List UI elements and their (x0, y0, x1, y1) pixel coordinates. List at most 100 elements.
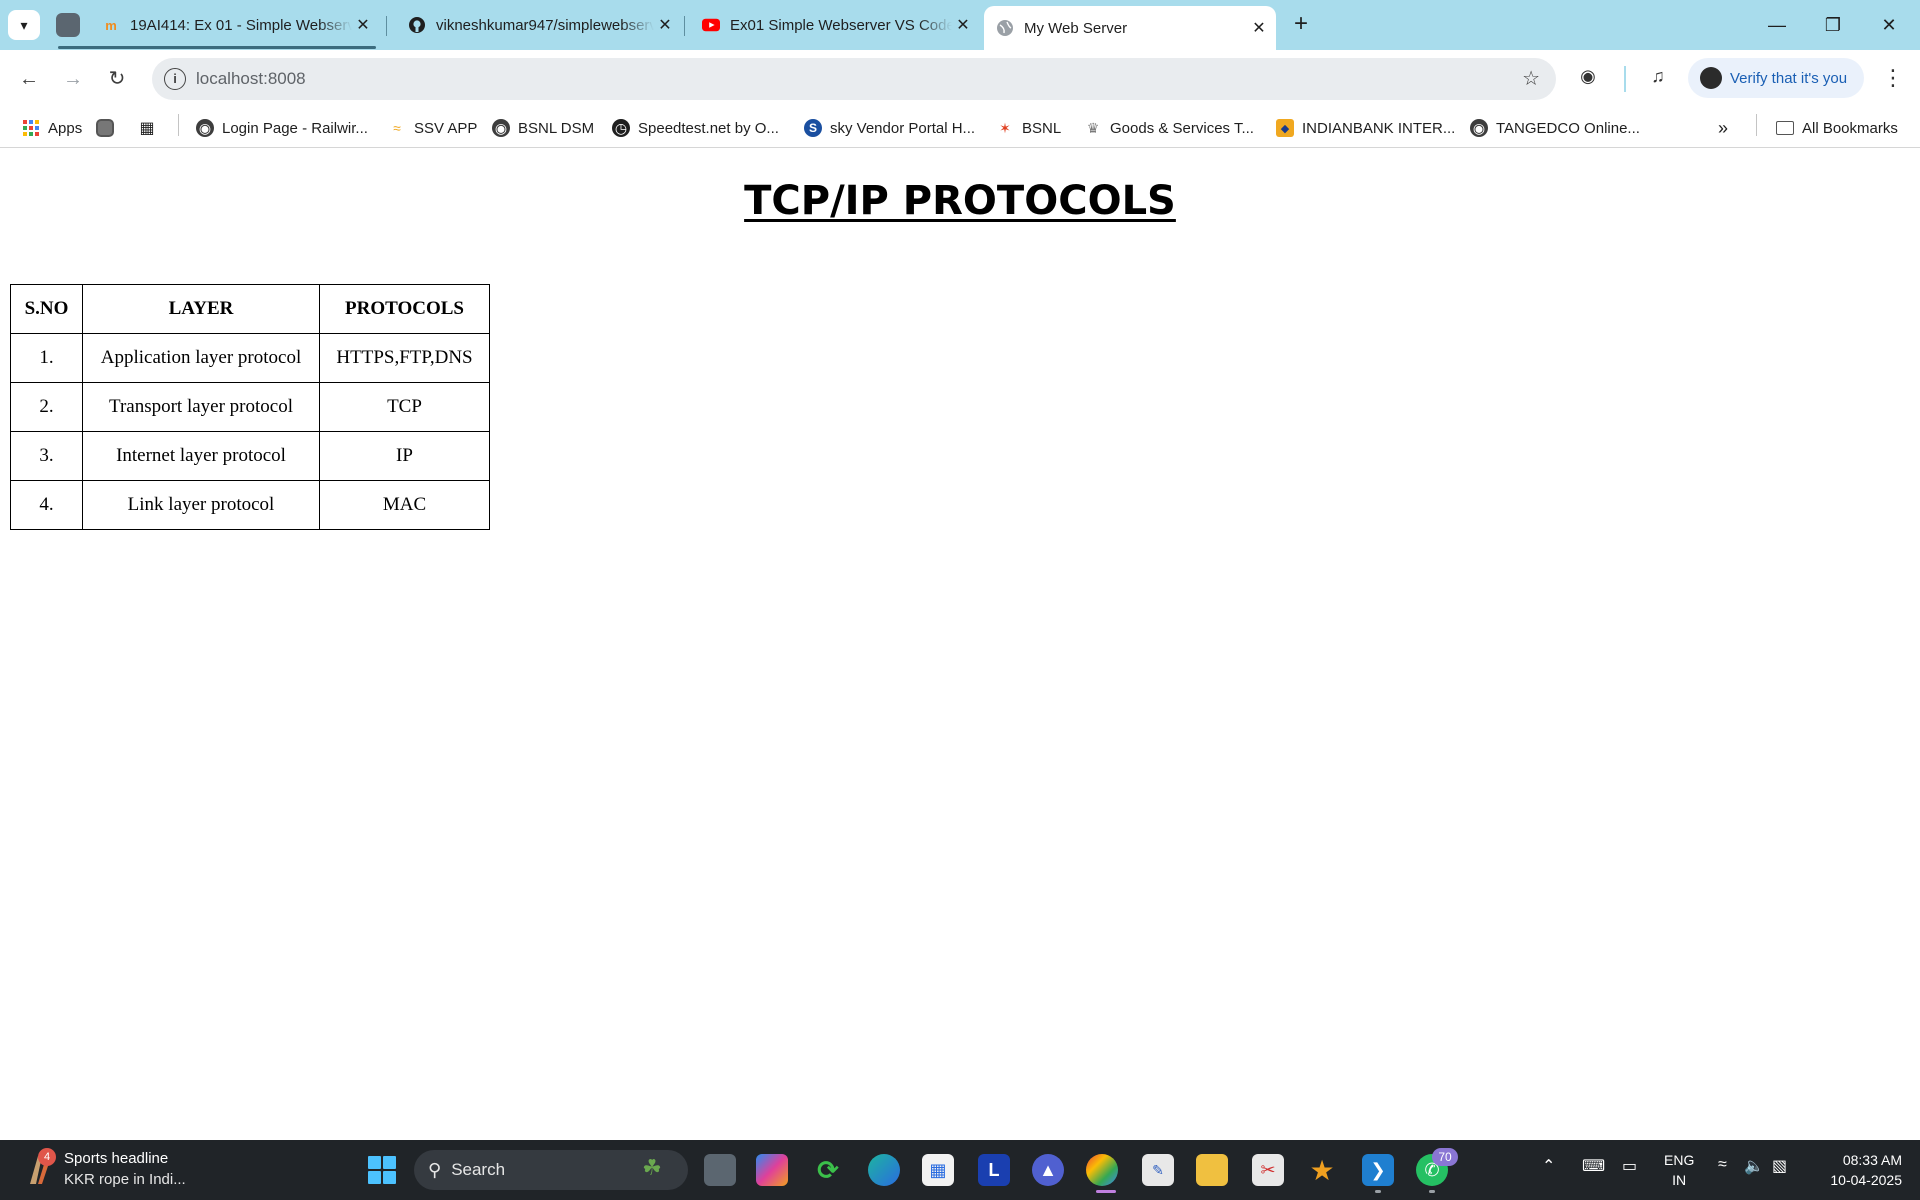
tab-divider (386, 16, 387, 36)
vscode-running-indicator (1375, 1190, 1381, 1193)
close-icon[interactable]: ✕ (352, 15, 374, 35)
bookmark-label: BSNL (1022, 119, 1062, 137)
site-info-icon[interactable]: i (164, 68, 186, 90)
search-label: Search (451, 1160, 506, 1179)
star-app-icon[interactable]: ★ (1306, 1154, 1338, 1186)
folder-icon (1776, 121, 1794, 135)
address-url[interactable]: localhost:8008 (196, 69, 306, 89)
tab-moodle[interactable]: m 19AI414: Ex 01 - Simple Webserver ✕ (90, 8, 380, 42)
tab-title: 19AI414: Ex 01 - Simple Webserver (130, 16, 352, 34)
bookmark-apps[interactable]: Apps (22, 114, 82, 142)
bookmark-ssv-app[interactable]: ≈ SSV APP (388, 114, 477, 142)
language-code: ENG (1664, 1152, 1695, 1168)
vscode-icon[interactable]: ❯ (1362, 1154, 1394, 1186)
bookmark-label: All Bookmarks (1802, 119, 1898, 137)
table-cell: Link layer protocol (82, 480, 320, 530)
bookmark-square-app[interactable] (96, 114, 122, 142)
volume-icon[interactable]: 🔈 (1744, 1156, 1764, 1176)
bookmark-sky-vendor[interactable]: Ssky Vendor Portal H... (804, 114, 975, 142)
news-headline-sub[interactable]: KKR rope in Indi... (64, 1171, 186, 1188)
emblem-icon: ♛ (1086, 119, 1100, 136)
bookmark-gst[interactable]: ♛ Goods & Services T... (1084, 114, 1254, 142)
table-cell: 4. (10, 480, 83, 530)
sky-s-icon: S (804, 119, 822, 137)
l-app-icon[interactable]: L (978, 1154, 1010, 1186)
python-file-icon[interactable]: ✎ (1142, 1154, 1174, 1186)
file-explorer-icon[interactable] (1196, 1154, 1228, 1186)
tab-youtube[interactable]: Ex01 Simple Webserver VS Code ✕ (690, 8, 980, 42)
globe-icon: ◉ (196, 119, 214, 137)
minimize-icon: — (1768, 15, 1786, 35)
start-button[interactable] (368, 1156, 396, 1184)
edge-icon[interactable] (868, 1154, 900, 1186)
bookmark-speedtest[interactable]: ◷ Speedtest.net by O... (612, 114, 779, 142)
table-row: 1. Application layer protocol HTTPS,FTP,… (10, 333, 490, 383)
chrome-icon[interactable] (1086, 1154, 1118, 1186)
forward-button[interactable]: → (58, 64, 88, 94)
star-icon[interactable]: ☆ (1522, 66, 1540, 91)
bookmark-label: SSV APP (414, 119, 478, 137)
bookmark-bsnl[interactable]: ✶ BSNL (996, 114, 1061, 142)
speedtest-icon: ◷ (612, 119, 630, 137)
display-icon[interactable]: ▭ (1622, 1156, 1637, 1176)
language-indicator[interactable]: ENG IN (1664, 1150, 1694, 1190)
bookmark-bsnl-dsm[interactable]: ◉ BSNL DSM (492, 114, 594, 142)
news-headline-title[interactable]: Sports headline (64, 1150, 168, 1167)
bookmark-divider (1756, 114, 1757, 136)
moodle-icon: m (105, 17, 117, 33)
plus-icon: + (1293, 10, 1308, 37)
delta-app-icon[interactable]: ▲ (1032, 1154, 1064, 1186)
reload-button[interactable]: ↻ (102, 64, 132, 94)
system-clock[interactable]: 08:33 AM 10-04-2025 (1808, 1150, 1902, 1190)
bookmark-label: sky Vendor Portal H... (830, 119, 976, 137)
close-icon[interactable]: ✕ (654, 15, 676, 35)
back-button[interactable]: ← (14, 64, 44, 94)
tab-my-web-server[interactable]: My Web Server ✕ (984, 6, 1276, 50)
bookmark-railwire[interactable]: ◉ Login Page - Railwir... (196, 114, 368, 142)
bookmark-indianbank[interactable]: ◆ INDIANBANK INTER... (1276, 114, 1455, 142)
keyboard-icon[interactable]: ⌨ (1582, 1156, 1605, 1176)
close-window-button[interactable]: ✕ (1866, 8, 1912, 42)
lens-camera-icon[interactable]: ◉ (1574, 66, 1602, 92)
address-bar[interactable]: i localhost:8008 ☆ (152, 58, 1556, 100)
square-app-icon (96, 119, 114, 137)
wifi-icon[interactable]: ≈ (1718, 1156, 1727, 1174)
arrow-left-icon: ← (19, 68, 39, 90)
bookmark-grid-app[interactable]: ▦ (138, 114, 164, 142)
column-header: LAYER (82, 284, 320, 334)
close-icon[interactable]: ✕ (1248, 18, 1270, 38)
copilot-icon[interactable] (756, 1154, 788, 1186)
minimize-button[interactable]: — (1754, 8, 1800, 42)
table-cell: TCP (319, 382, 490, 432)
grid-icon: ▦ (139, 120, 155, 137)
tab-title: Ex01 Simple Webserver VS Code (730, 16, 952, 34)
close-icon[interactable]: ✕ (952, 15, 974, 35)
task-view-icon[interactable] (704, 1154, 736, 1186)
battery-icon[interactable]: ▧ (1772, 1156, 1787, 1176)
restore-button[interactable]: ❐ (1810, 8, 1856, 42)
globe-icon (996, 19, 1014, 37)
bookmark-tangedco[interactable]: ◉ TANGEDCO Online... (1470, 114, 1640, 142)
refresh-app-icon[interactable]: ⟳ (812, 1154, 844, 1186)
bookmark-label: Login Page - Railwir... (222, 119, 368, 137)
bookmarks-overflow-button[interactable]: » (1718, 114, 1728, 142)
clock-time: 08:33 AM (1842, 1152, 1902, 1168)
news-badge: 4 (38, 1148, 56, 1166)
media-control-icon[interactable]: ♫ (1644, 66, 1672, 92)
tray-overflow-icon[interactable]: ⌃ (1542, 1156, 1555, 1176)
table-cell: IP (319, 431, 490, 481)
tab-title: vikneshkumar947/simplewebserver (436, 16, 654, 34)
table-cell: Application layer protocol (82, 333, 320, 383)
bookmark-label: TANGEDCO Online... (1496, 119, 1640, 137)
store-icon[interactable]: ▦ (922, 1154, 954, 1186)
verify-profile-button[interactable]: Verify that it's you (1688, 58, 1864, 98)
tab-divider (684, 16, 685, 36)
new-tab-button[interactable]: + (1286, 10, 1316, 40)
snipping-tool-icon[interactable]: ✂ (1252, 1154, 1284, 1186)
all-bookmarks-button[interactable]: All Bookmarks (1776, 114, 1898, 142)
wifi-icon: ≈ (393, 120, 401, 136)
tab-github[interactable]: vikneshkumar947/simplewebserver ✕ (396, 8, 682, 42)
more-menu-icon[interactable]: ⋮ (1882, 64, 1904, 94)
tab-group-chip[interactable] (56, 13, 80, 37)
tab-search-button[interactable]: ▾ (8, 10, 40, 40)
